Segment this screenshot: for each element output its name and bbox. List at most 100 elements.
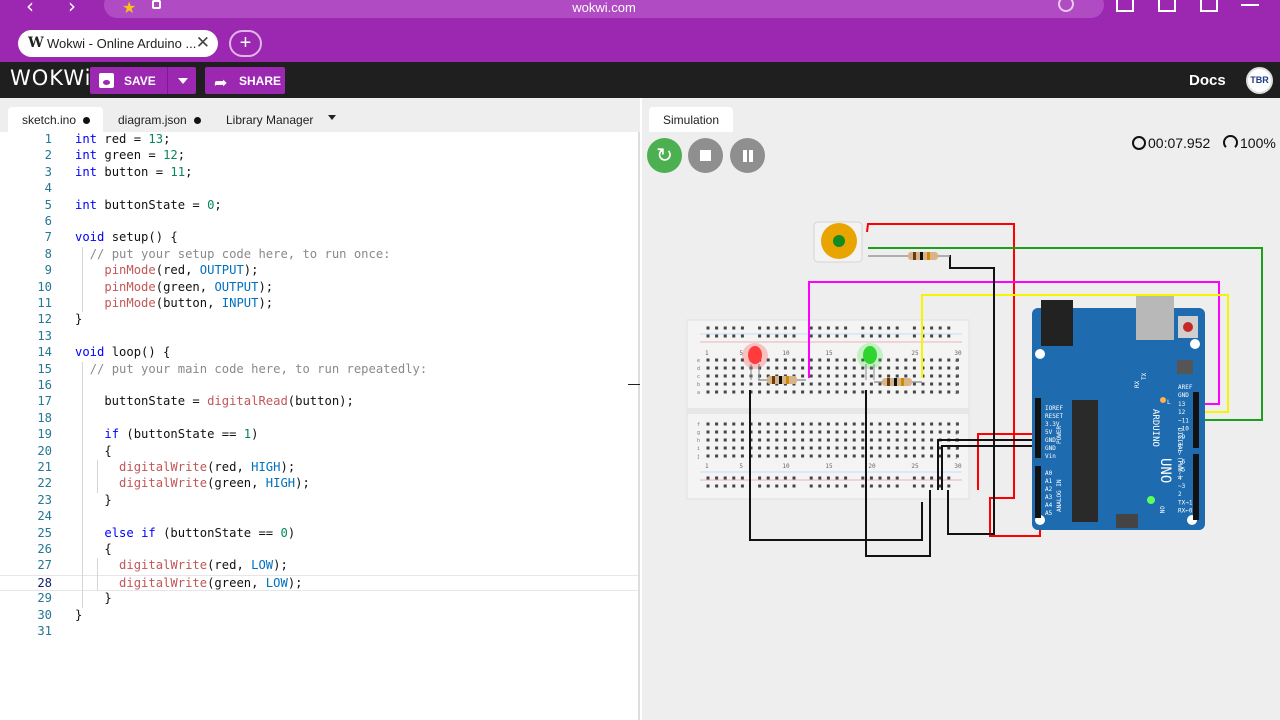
breadboard-hole[interactable] [895,438,899,442]
breadboard-hole[interactable] [921,430,925,434]
breadboard-hole[interactable] [895,358,899,362]
breadboard-hole[interactable] [732,454,736,458]
breadboard-hole[interactable] [715,446,719,450]
breadboard-hole[interactable] [792,366,796,370]
rail-hole[interactable] [732,476,736,480]
breadboard-hole[interactable] [887,430,891,434]
breadboard-hole[interactable] [826,374,830,378]
rail-hole[interactable] [878,476,882,480]
breadboard-hole[interactable] [930,446,934,450]
breadboard-hole[interactable] [809,358,813,362]
breadboard-hole[interactable] [783,422,787,426]
breadboard-hole[interactable] [869,430,873,434]
breadboard-hole[interactable] [715,366,719,370]
breadboard-hole[interactable] [878,382,882,386]
rail-hole[interactable] [723,484,727,488]
breadboard-hole[interactable] [706,366,710,370]
rail-hole[interactable] [844,326,848,330]
rail-hole[interactable] [878,484,882,488]
breadboard-hole[interactable] [758,422,762,426]
rail-hole[interactable] [758,484,762,488]
breadboard-hole[interactable] [715,454,719,458]
breadboard-hole[interactable] [904,358,908,362]
breadboard-hole[interactable] [706,358,710,362]
breadboard-hole[interactable] [732,422,736,426]
breadboard-hole[interactable] [938,422,942,426]
rail-hole[interactable] [826,334,830,338]
code-line[interactable]: 9 pinMode(red, OUTPUT); [0,263,638,279]
breadboard-hole[interactable] [740,438,744,442]
breadboard-hole[interactable] [861,454,865,458]
rail-hole[interactable] [706,326,710,330]
rail-hole[interactable] [783,484,787,488]
breadboard-hole[interactable] [947,390,951,394]
rail-hole[interactable] [783,326,787,330]
rail-hole[interactable] [869,334,873,338]
rail-hole[interactable] [706,484,710,488]
breadboard-hole[interactable] [852,358,856,362]
rail-hole[interactable] [895,484,899,488]
rail-hole[interactable] [930,326,934,330]
breadboard-hole[interactable] [723,422,727,426]
breadboard-hole[interactable] [792,438,796,442]
breadboard-hole[interactable] [775,390,779,394]
code-line[interactable]: 3 int button = 11; [0,165,638,181]
breadboard-hole[interactable] [732,366,736,370]
breadboard-hole[interactable] [869,390,873,394]
breadboard-hole[interactable] [947,374,951,378]
code-line[interactable]: 23 } [0,493,638,509]
breadboard-hole[interactable] [852,374,856,378]
breadboard-hole[interactable] [878,438,882,442]
rail-hole[interactable] [766,334,770,338]
extensions-icon[interactable] [1158,0,1176,12]
breadboard-hole[interactable] [938,430,942,434]
breadboard-hole[interactable] [921,382,925,386]
breadboard-hole[interactable] [904,446,908,450]
breadboard-hole[interactable] [887,438,891,442]
breadboard-hole[interactable] [835,374,839,378]
rail-hole[interactable] [887,326,891,330]
rail-hole[interactable] [809,484,813,488]
breadboard-hole[interactable] [912,446,916,450]
breadboard-hole[interactable] [921,454,925,458]
breadboard-hole[interactable] [895,390,899,394]
forward-arrow-icon[interactable]: › [68,0,76,18]
breadboard-hole[interactable] [801,438,805,442]
breadboard-hole[interactable] [861,430,865,434]
breadboard-hole[interactable] [818,382,822,386]
breadboard-hole[interactable] [835,390,839,394]
breadboard-hole[interactable] [930,422,934,426]
breadboard-hole[interactable] [930,438,934,442]
breadboard-hole[interactable] [758,390,762,394]
code-line[interactable]: 21 digitalWrite(red, HIGH); [0,460,638,476]
rail-hole[interactable] [809,334,813,338]
tab-library-manager[interactable]: Library Manager [226,107,326,132]
breadboard-hole[interactable] [826,382,830,386]
breadboard-hole[interactable] [835,430,839,434]
breadboard-hole[interactable] [775,430,779,434]
breadboard-hole[interactable] [844,358,848,362]
breadboard-hole[interactable] [809,438,813,442]
breadboard-hole[interactable] [930,358,934,362]
breadboard-hole[interactable] [723,390,727,394]
rail-hole[interactable] [723,326,727,330]
rail-hole[interactable] [921,484,925,488]
breadboard-hole[interactable] [869,446,873,450]
code-line[interactable]: 13 [0,329,638,345]
breadboard-hole[interactable] [740,374,744,378]
breadboard-hole[interactable] [766,430,770,434]
rail-hole[interactable] [930,476,934,480]
breadboard-hole[interactable] [783,358,787,362]
breadboard-hole[interactable] [878,422,882,426]
breadboard-hole[interactable] [732,358,736,362]
breadboard-hole[interactable] [878,374,882,378]
breadboard-hole[interactable] [792,358,796,362]
rail-hole[interactable] [775,326,779,330]
breadboard-hole[interactable] [947,382,951,386]
breadboard-hole[interactable] [887,454,891,458]
breadboard-hole[interactable] [895,374,899,378]
breadboard-hole[interactable] [723,366,727,370]
breadboard-hole[interactable] [818,358,822,362]
breadboard-hole[interactable] [835,382,839,386]
breadboard-hole[interactable] [758,446,762,450]
